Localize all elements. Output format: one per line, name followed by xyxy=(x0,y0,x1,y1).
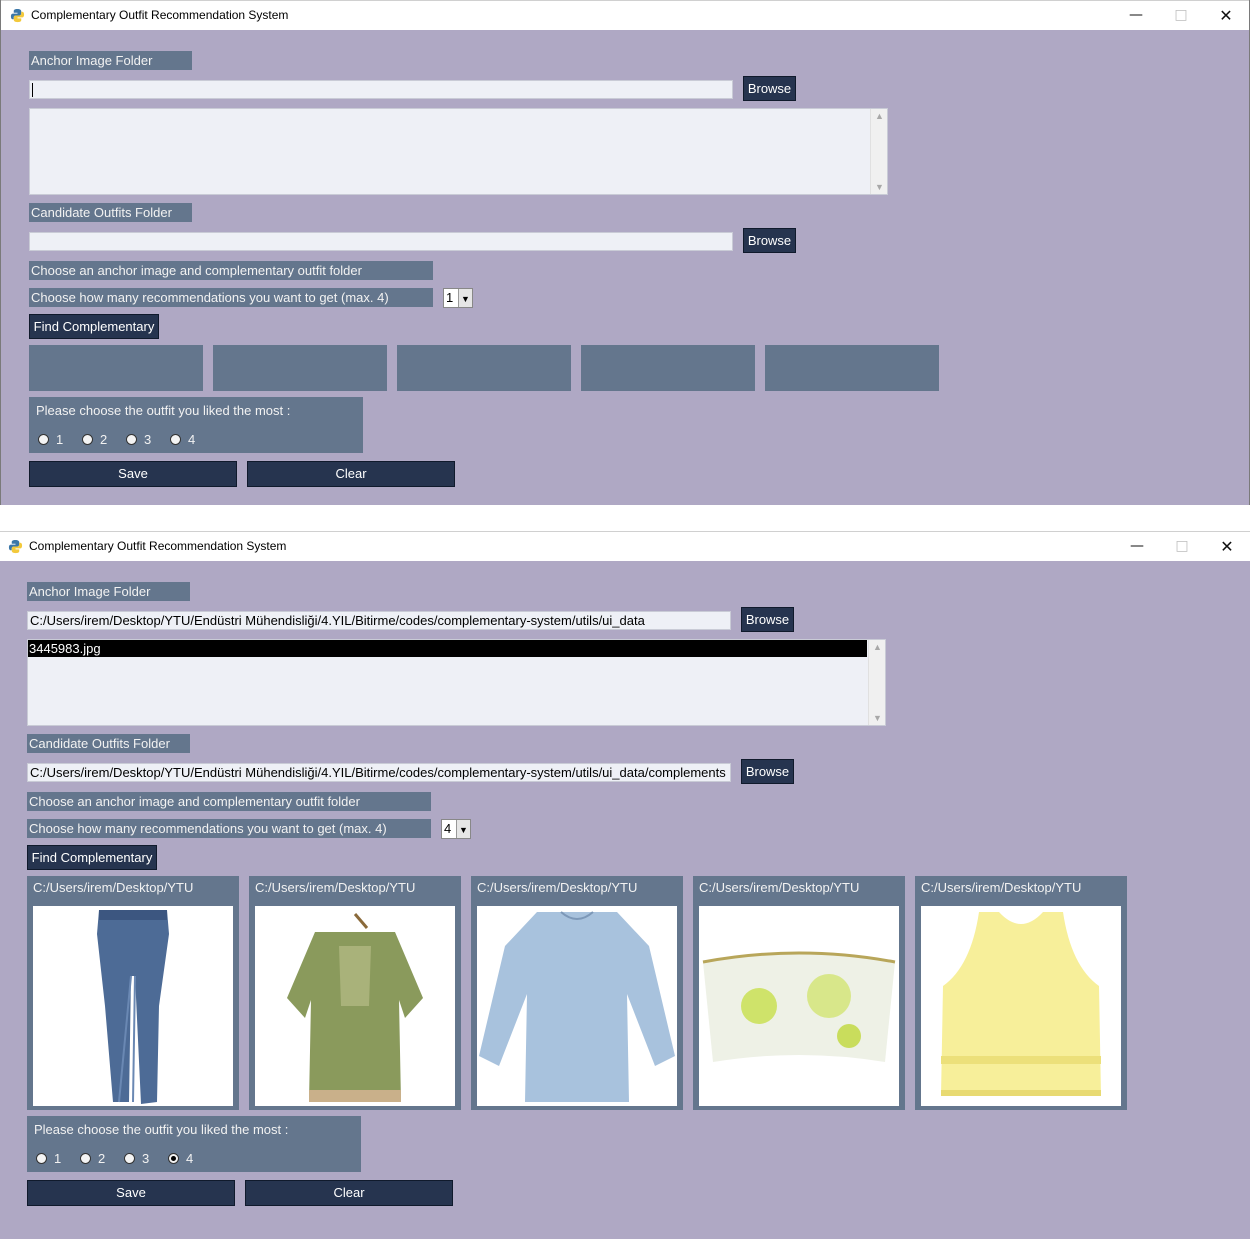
count-label: Choose how many recommendations you want… xyxy=(29,288,433,307)
preference-question: Please choose the outfit you liked the m… xyxy=(34,1122,289,1137)
result-path: C:/Users/irem/Desktop/YTU. xyxy=(921,880,1081,895)
result-slot-3: C:/Users/irem/Desktop/YTU. xyxy=(471,876,683,1110)
radio-option-1[interactable]: 1 xyxy=(38,432,63,447)
browse-candidate-button[interactable]: Browse xyxy=(743,228,796,253)
status-label: Choose an anchor image and complementary… xyxy=(29,261,433,280)
minimize-icon[interactable]: — xyxy=(1113,1,1159,31)
scroll-down-icon[interactable]: ▼ xyxy=(869,713,885,723)
preference-panel: Please choose the outfit you liked the m… xyxy=(27,1116,361,1172)
save-button[interactable]: Save xyxy=(27,1180,235,1206)
anchor-image-listbox[interactable]: ▲ ▼ xyxy=(29,108,888,195)
find-complementary-button[interactable]: Find Complementary xyxy=(29,314,159,339)
window-title: Complementary Outfit Recommendation Syst… xyxy=(29,539,287,553)
python-icon xyxy=(10,8,25,23)
anchor-image-listbox[interactable]: 3445983.jpg ▲ ▼ xyxy=(27,639,886,726)
window-title: Complementary Outfit Recommendation Syst… xyxy=(31,8,289,22)
result-path: C:/Users/irem/Desktop/YTU. xyxy=(699,880,859,895)
result-slot-2: C:/Users/irem/Desktop/YTU. xyxy=(249,876,461,1110)
text-caret xyxy=(32,82,33,97)
anchor-folder-label: Anchor Image Folder xyxy=(29,51,192,70)
browse-anchor-button[interactable]: Browse xyxy=(743,76,796,101)
result-slot-4: C:/Users/irem/Desktop/YTU. xyxy=(693,876,905,1110)
scroll-up-icon[interactable]: ▲ xyxy=(869,642,885,652)
result-slot-3 xyxy=(397,345,571,391)
minimize-icon[interactable]: — xyxy=(1114,532,1160,562)
close-icon[interactable]: ✕ xyxy=(1204,532,1250,562)
browse-anchor-button[interactable]: Browse xyxy=(741,607,794,632)
browse-candidate-button[interactable]: Browse xyxy=(741,759,794,784)
maximize-icon[interactable]: □ xyxy=(1159,532,1205,562)
close-icon[interactable]: ✕ xyxy=(1203,1,1249,31)
chevron-down-icon[interactable]: ▼ xyxy=(456,820,470,838)
result-slot-1 xyxy=(29,345,203,391)
clear-button[interactable]: Clear xyxy=(245,1180,453,1206)
status-label: Choose an anchor image and complementary… xyxy=(27,792,431,811)
app-window-results: Complementary Outfit Recommendation Syst… xyxy=(0,531,1250,1239)
bandeau-top-image xyxy=(699,906,899,1106)
candidate-folder-input[interactable] xyxy=(29,232,733,251)
radio-option-2[interactable]: 2 xyxy=(80,1151,105,1166)
app-window-empty: Complementary Outfit Recommendation Syst… xyxy=(0,0,1250,505)
radio-option-3[interactable]: 3 xyxy=(126,432,151,447)
result-path: C:/Users/irem/Desktop/YTU. xyxy=(477,880,637,895)
preference-panel: Please choose the outfit you liked the m… xyxy=(29,397,363,453)
scroll-up-icon[interactable]: ▲ xyxy=(871,111,887,121)
result-path: C:/Users/irem/Desktop/YTU. xyxy=(33,880,193,895)
title-bar: Complementary Outfit Recommendation Syst… xyxy=(1,0,1249,30)
radio-option-3[interactable]: 3 xyxy=(124,1151,149,1166)
candidate-folder-label: Candidate Outfits Folder xyxy=(29,203,192,222)
anchor-folder-input[interactable] xyxy=(29,80,733,99)
yellow-tank-image xyxy=(921,906,1121,1106)
result-slot-4 xyxy=(581,345,755,391)
maximize-icon[interactable]: □ xyxy=(1158,1,1204,31)
anchor-folder-input[interactable]: C:/Users/irem/Desktop/YTU/Endüstri Mühen… xyxy=(27,611,731,630)
radio-option-1[interactable]: 1 xyxy=(36,1151,61,1166)
result-slot-1: C:/Users/irem/Desktop/YTU. xyxy=(27,876,239,1110)
green-blouse-image xyxy=(255,906,455,1106)
count-label: Choose how many recommendations you want… xyxy=(27,819,431,838)
count-spinbox[interactable]: 4 ▼ xyxy=(441,819,471,839)
listbox-scrollbar[interactable]: ▲ ▼ xyxy=(870,109,887,194)
listbox-selected-item[interactable]: 3445983.jpg xyxy=(28,640,867,657)
radio-option-2[interactable]: 2 xyxy=(82,432,107,447)
title-bar: Complementary Outfit Recommendation Syst… xyxy=(0,531,1250,561)
result-slot-2 xyxy=(213,345,387,391)
result-path: C:/Users/irem/Desktop/YTU. xyxy=(255,880,415,895)
scroll-down-icon[interactable]: ▼ xyxy=(871,182,887,192)
preference-question: Please choose the outfit you liked the m… xyxy=(36,403,291,418)
result-slot-5 xyxy=(765,345,939,391)
anchor-folder-label: Anchor Image Folder xyxy=(27,582,190,601)
python-icon xyxy=(8,539,23,554)
save-button[interactable]: Save xyxy=(29,461,237,487)
blue-top-image xyxy=(477,906,677,1106)
find-complementary-button[interactable]: Find Complementary xyxy=(27,845,157,870)
chevron-down-icon[interactable]: ▼ xyxy=(458,289,472,307)
radio-option-4[interactable]: 4 xyxy=(170,432,195,447)
count-spinbox[interactable]: 1 ▼ xyxy=(443,288,473,308)
jeans-image xyxy=(33,906,233,1106)
result-slot-5: C:/Users/irem/Desktop/YTU. xyxy=(915,876,1127,1110)
listbox-scrollbar[interactable]: ▲ ▼ xyxy=(868,640,885,725)
candidate-folder-label: Candidate Outfits Folder xyxy=(27,734,190,753)
clear-button[interactable]: Clear xyxy=(247,461,455,487)
radio-option-4[interactable]: 4 xyxy=(168,1151,193,1166)
candidate-folder-input[interactable]: C:/Users/irem/Desktop/YTU/Endüstri Mühen… xyxy=(27,763,731,782)
